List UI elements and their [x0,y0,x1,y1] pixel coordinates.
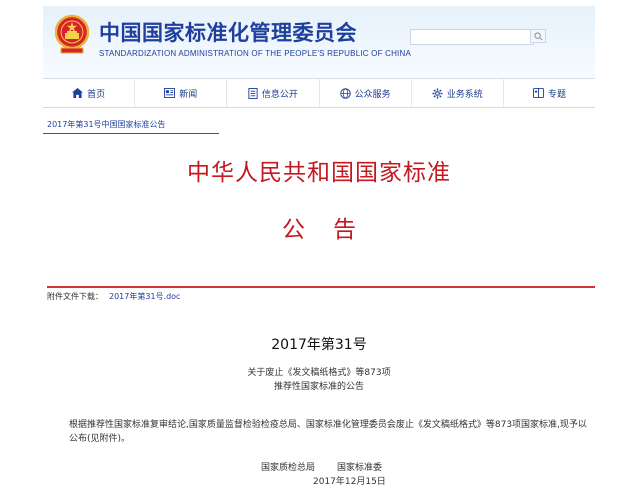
subject-line-1: 关于废止《发文稿纸格式》等873项 [247,368,391,378]
attachment-row: 附件文件下载： 2017年第31号.doc [47,291,180,302]
notice-title: 中华人民共和国国家标准 [187,160,451,186]
search-icon [533,31,542,40]
nav-item-public-service[interactable]: 公众服务 [320,79,412,107]
nav-item-label: 业务系统 [446,89,483,100]
subject-line-2: 推荐性国家标准的公告 [273,382,364,392]
search-input[interactable] [410,29,534,45]
signatories: 国家质检总局 国家标准委 [261,460,382,473]
home-icon [72,88,84,98]
nav-item-home[interactable]: 首页 [43,79,136,107]
signer-sac: 国家标准委 [337,463,383,473]
nav-item-topics[interactable]: 专题 [504,79,595,107]
document-icon [248,87,258,99]
attachment-download-link[interactable]: 2017年第31号.doc [109,292,180,301]
attachment-label: 附件文件下载： [47,292,103,301]
main-nav: 首页 新闻 信息公开 公众服务 业务系统 专题 [43,78,595,108]
notice-subject: 关于废止《发文稿纸格式》等873项 推荐性国家标准的公告 [43,366,595,394]
breadcrumb[interactable]: 2017年第31号中国国家标准公告 [47,119,166,130]
signer-aqsiq: 国家质检总局 [261,463,316,473]
nav-item-label: 信息公开 [261,89,298,100]
red-divider [47,286,595,288]
nav-item-label: 首页 [87,89,106,100]
search-button[interactable] [530,29,546,43]
news-icon [164,88,176,98]
nav-item-label: 新闻 [179,89,198,100]
national-emblem-icon[interactable] [55,14,89,54]
notice-date: 2017年12月15日 [313,477,386,487]
page-container: 中国国家标准化管理委员会 STANDARDIZATION ADMINISTRAT… [43,6,595,487]
site-header: 中国国家标准化管理委员会 STANDARDIZATION ADMINISTRAT… [43,6,595,78]
book-icon [532,88,544,98]
notice-subtitle: 公告 [282,217,384,243]
globe-icon [339,87,351,99]
nav-item-label: 公众服务 [354,89,391,100]
site-title: 中国国家标准化管理委员会 [99,21,357,45]
notice-body: 根据推荐性国家标准复审结论,国家质量监督检验检疫总局、国家标准化管理委员会废止《… [69,420,587,444]
nav-item-label: 专题 [547,89,566,100]
gear-icon [432,87,443,99]
nav-item-business-system[interactable]: 业务系统 [412,79,504,107]
site-subtitle: STANDARDIZATION ADMINISTRATION OF THE PE… [99,49,411,58]
document-number: 2017年第31号 [271,337,367,353]
nav-item-news[interactable]: 新闻 [135,79,228,107]
breadcrumb-underline [43,133,219,134]
nav-item-info-disclosure[interactable]: 信息公开 [227,79,320,107]
